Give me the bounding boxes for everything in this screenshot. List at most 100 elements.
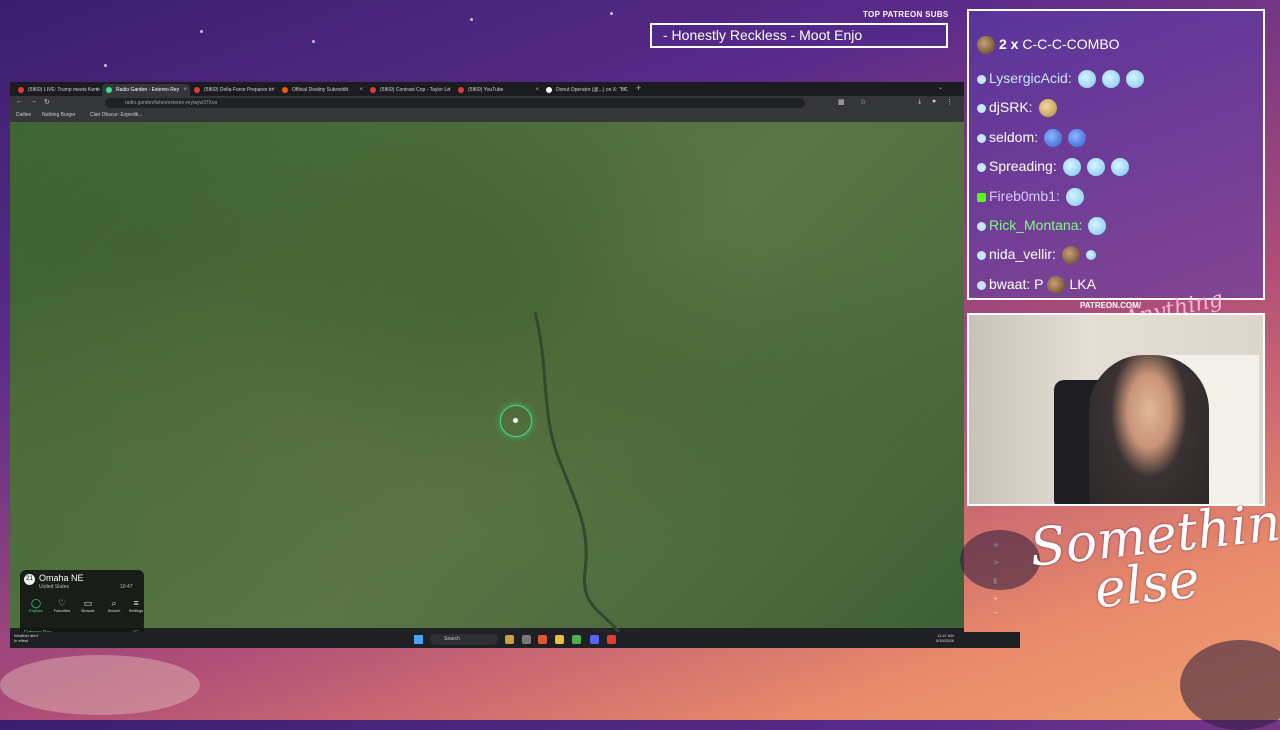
badge-icon	[977, 192, 986, 202]
chat-user: 2 x	[999, 36, 1019, 52]
tray-date: 5/16/2026	[936, 638, 954, 643]
decorative-palm	[960, 530, 1040, 590]
tab-strip: (5869) LIVE: Trump meets Kenn × Radio Gar…	[10, 82, 964, 96]
browser-tab[interactable]: (5869) Delta Force Prepares to ×	[190, 84, 278, 96]
emote-icon	[1038, 99, 1057, 118]
emote-icon	[1077, 70, 1096, 89]
browser-tab[interactable]: (5869) Contrast Cop - Taylor Lo ×	[366, 84, 454, 96]
chat-user: nida_vellir:	[989, 246, 1056, 262]
bookmark-item[interactable]: Dailies	[16, 112, 31, 118]
bookmark-star-icon[interactable]: ☆	[860, 98, 866, 106]
tab-favicon	[282, 87, 288, 93]
webcam-feed	[967, 313, 1265, 506]
satellite-map[interactable]: 21 Omaha NE United States 10:47 ◯ Explore…	[10, 122, 964, 648]
tab-title: Radio Garden - Estereo Rey	[116, 87, 180, 93]
nav-browse[interactable]: ▭ Browse	[76, 598, 100, 613]
back-icon[interactable]: ←	[16, 98, 23, 105]
chat-user: LysergicAcid:	[989, 70, 1072, 86]
reload-icon[interactable]: ↻	[44, 98, 50, 106]
chat-user: djSRK:	[989, 99, 1033, 115]
tab-favicon	[106, 87, 112, 93]
patron-ticker: - Honestly Reckless - Moot Enjo	[650, 23, 948, 48]
station-marker-dot	[513, 418, 518, 423]
chrome-icon[interactable]	[607, 635, 616, 644]
menu-icon[interactable]: ⋮	[946, 98, 953, 106]
weather-line: In effect	[14, 638, 29, 643]
emote-icon	[1068, 129, 1087, 148]
nav-label: Settings	[128, 608, 144, 613]
system-tray-clock[interactable]: 11:47 AM 5/16/2026	[936, 633, 954, 643]
taskbar-app-icon[interactable]	[538, 635, 547, 644]
heart-icon: ♡	[57, 598, 67, 608]
browser-tab[interactable]: (5869) YouTube ×	[454, 84, 542, 96]
chat-message: bwaat: P LKA	[977, 276, 1096, 295]
chat-user: Spreading:	[989, 158, 1057, 174]
browser-tab[interactable]: Donut Operator (@...) on X: "BC ×	[542, 84, 630, 96]
new-tab-icon[interactable]: +	[636, 83, 641, 93]
close-icon[interactable]: ×	[183, 84, 187, 96]
zoom-out-icon[interactable]: −	[993, 608, 998, 617]
chat-message: djSRK:	[977, 99, 1057, 118]
country-name: United States	[39, 584, 70, 590]
profile-icon[interactable]: ●	[932, 98, 936, 105]
decorative-palm	[1180, 640, 1280, 730]
taskbar-app-icon[interactable]	[522, 635, 531, 644]
emote-icon	[1085, 250, 1096, 261]
badge-icon	[977, 133, 986, 143]
folder-icon[interactable]	[555, 635, 564, 644]
browser-tab-active[interactable]: Radio Garden - Estereo Rey ×	[102, 84, 190, 96]
search-icon: ⌕	[111, 598, 117, 608]
decorative-shape	[0, 655, 200, 715]
chevron-down-icon[interactable]: ⌄	[938, 84, 943, 91]
chat-message: nida_vellir:	[977, 246, 1096, 265]
chat-message: Rick_Montana:	[977, 217, 1107, 236]
nav-explore[interactable]: ◯ Explore	[24, 598, 48, 613]
tab-favicon	[370, 87, 376, 93]
tab-title: (5869) Contrast Cop - Taylor Lo	[380, 87, 450, 93]
nav-settings[interactable]: ≡ Settings	[126, 598, 146, 613]
nav-label: Browse	[81, 608, 95, 613]
zoom-in-icon[interactable]: +	[993, 594, 998, 603]
nav-search[interactable]: ⌕ Search	[102, 598, 126, 613]
chat-text: C-C-C-COMBO	[1022, 36, 1120, 52]
windows-start-icon[interactable]	[414, 635, 423, 644]
chat-user: Fireb0mb1:	[989, 188, 1060, 204]
taskbar-app-icon[interactable]	[572, 635, 581, 644]
discord-icon[interactable]	[590, 635, 599, 644]
tab-title: Donut Operator (@...) on X: "BC	[556, 87, 628, 93]
bookmark-item[interactable]: Clair Obscur: Expediti...	[90, 112, 143, 118]
taskbar-search[interactable]: Search	[430, 634, 498, 645]
weather-widget[interactable]: Weather alert In effect	[14, 633, 38, 643]
close-icon[interactable]: ×	[359, 84, 363, 96]
city-name: Omaha NE	[39, 573, 84, 583]
bookmark-item[interactable]: Nothing Burger	[42, 112, 76, 118]
emote-icon	[1062, 158, 1081, 177]
close-icon[interactable]: ×	[95, 84, 99, 96]
chat-user: Rick_Montana:	[989, 217, 1083, 233]
chat-message: Spreading:	[977, 158, 1129, 177]
badge-icon	[977, 221, 986, 231]
forward-icon[interactable]: →	[30, 98, 37, 105]
emote-icon	[1061, 246, 1080, 265]
chat-text: P	[1034, 276, 1044, 292]
close-icon[interactable]: ×	[271, 84, 275, 96]
location-icon: 21	[24, 574, 35, 585]
url-field[interactable]: radio.garden/listen/estereo-rey/ayw37Xvo	[105, 98, 805, 108]
close-icon[interactable]: ×	[535, 84, 539, 96]
close-icon[interactable]: ×	[623, 84, 627, 96]
extensions-icon[interactable]: ▦	[838, 98, 845, 106]
local-time: 10:47	[120, 584, 133, 590]
emote-icon	[1047, 276, 1066, 295]
chat-message: 2 x C-C-C-COMBO	[977, 36, 1120, 55]
settings-icon: ≡	[133, 598, 139, 608]
address-bar-row: ← → ↻ radio.garden/listen/estereo-rey/ay…	[10, 96, 964, 110]
browser-tab[interactable]: (5869) LIVE: Trump meets Kenn ×	[14, 84, 102, 96]
taskbar-app-icon[interactable]	[505, 635, 514, 644]
taskbar: Weather alert In effect Search 11:47 AM 5/…	[10, 632, 1020, 648]
download-icon[interactable]: ⤓	[918, 98, 921, 106]
close-icon[interactable]: ×	[447, 84, 451, 96]
browser-tab[interactable]: Official Destiny Subreddit ×	[278, 84, 366, 96]
nav-favorites[interactable]: ♡ Favorites	[50, 598, 74, 613]
nav-label: Explore	[29, 608, 43, 613]
badge-icon	[977, 103, 986, 113]
